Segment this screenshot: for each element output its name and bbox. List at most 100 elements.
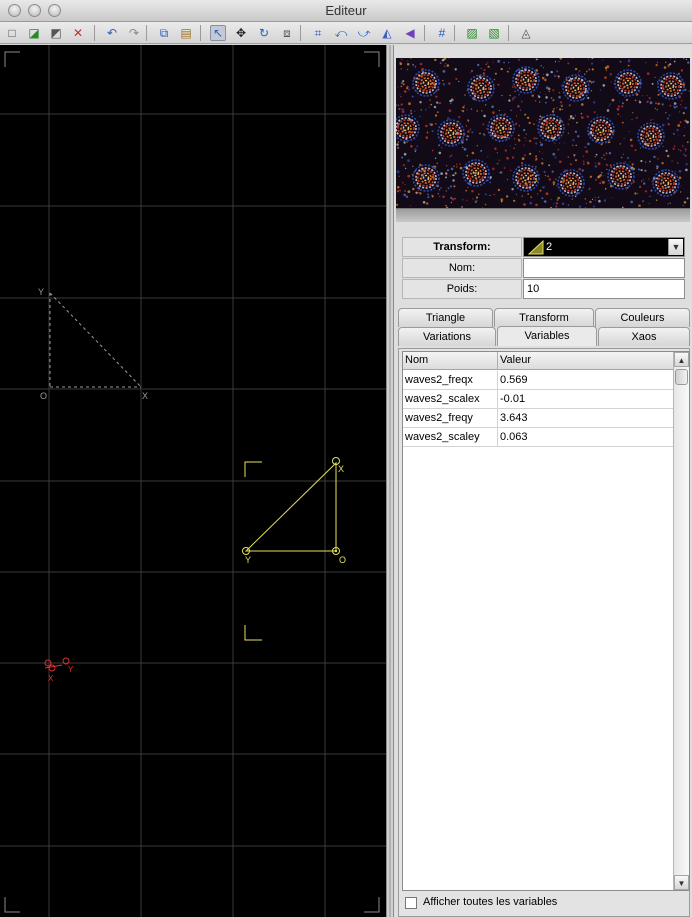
preview-speck <box>635 116 638 119</box>
variable-value-cell[interactable]: 0.569 <box>498 371 673 390</box>
delete-transform-icon[interactable]: ✕ <box>70 25 86 41</box>
preview-speck <box>571 58 574 59</box>
preview-speck <box>541 162 544 165</box>
add-transform-icon[interactable]: ◪ <box>26 25 42 41</box>
tab-xaos[interactable]: Xaos <box>598 327 690 346</box>
transform-select[interactable]: 2 ▼ <box>523 237 685 257</box>
scroll-down-icon[interactable]: ▼ <box>674 875 689 890</box>
preview-speck <box>452 179 455 182</box>
flip-vertical-icon[interactable]: ◀ <box>402 25 418 41</box>
show-all-variables-checkbox[interactable] <box>405 897 417 909</box>
triangle-editor-canvas[interactable]: Y O X X Y O X Y <box>0 45 386 917</box>
name-field[interactable] <box>523 258 685 278</box>
preview-speck <box>431 149 434 152</box>
preview-speck <box>500 67 503 71</box>
table-row[interactable]: waves2_scaley 0.063 <box>403 428 673 447</box>
preview-speck <box>466 154 469 157</box>
preview-speck <box>624 161 626 163</box>
chevron-down-icon[interactable]: ▼ <box>668 239 683 255</box>
rotate-right-icon[interactable]: ⤻ <box>356 25 372 41</box>
preview-speck <box>620 156 623 159</box>
variable-value-cell[interactable]: 0.063 <box>498 428 673 447</box>
column-header-value[interactable]: Valeur <box>498 352 673 370</box>
preview-speck <box>625 98 629 101</box>
preview-speck <box>570 117 572 120</box>
preview-speck <box>607 66 610 69</box>
preview-speck <box>535 58 538 61</box>
panel-splitter[interactable] <box>386 45 394 917</box>
variable-value-cell[interactable]: -0.01 <box>498 390 673 409</box>
preview-speck <box>584 73 586 75</box>
preview-speck <box>629 138 633 142</box>
weight-field[interactable]: 10 <box>523 279 685 299</box>
table-row[interactable]: waves2_scalex -0.01 <box>403 390 673 409</box>
preview-speck <box>580 103 584 106</box>
table-row[interactable]: waves2_freqx 0.569 <box>403 371 673 390</box>
move-icon[interactable]: ✥ <box>233 25 249 41</box>
preview-speck <box>483 133 485 135</box>
preview-speck <box>524 113 527 116</box>
preview-speck <box>593 111 596 114</box>
duplicate-transform-icon[interactable]: ◩ <box>48 25 64 41</box>
tab-couleurs[interactable]: Couleurs <box>595 308 690 327</box>
post-transform-icon[interactable]: ▨ <box>464 25 480 41</box>
preview-speck <box>577 72 579 74</box>
flip-horizontal-icon[interactable]: ◭ <box>379 25 395 41</box>
select-arrow-icon[interactable]: ↖ <box>210 25 226 41</box>
weight-label: Poids: <box>402 279 522 299</box>
preview-speck <box>649 195 651 198</box>
show-all-variables-row[interactable]: Afficher toutes les variables <box>405 894 685 912</box>
preview-speck <box>435 123 437 125</box>
preview-speck <box>587 58 589 60</box>
tab-variations[interactable]: Variations <box>398 327 496 346</box>
preview-speck <box>497 60 501 63</box>
preview-speck <box>426 202 429 205</box>
preview-speck <box>619 100 620 102</box>
scroll-up-icon[interactable]: ▲ <box>674 352 689 367</box>
transform-triangle-icon <box>527 239 544 255</box>
rotate-icon[interactable]: ↻ <box>256 25 272 41</box>
grid-icon[interactable]: # <box>434 25 450 41</box>
preview-speck <box>656 61 659 64</box>
table-row[interactable]: waves2_freqy 3.643 <box>403 409 673 428</box>
preview-speck <box>520 100 523 103</box>
tab-transform[interactable]: Transform <box>494 308 594 327</box>
variable-value-cell[interactable]: 3.643 <box>498 409 673 428</box>
preview-speck <box>586 115 589 118</box>
undo-icon[interactable]: ↶ <box>104 25 120 41</box>
variables-table[interactable]: Nom Valeur waves2_freqx 0.569 waves2_scale… <box>402 351 690 891</box>
preview-speck <box>629 65 631 66</box>
preview-speck <box>550 70 553 74</box>
column-header-name[interactable]: Nom <box>403 352 498 370</box>
paste-icon[interactable]: ▤ <box>178 25 194 41</box>
canvas-svg[interactable]: Y O X X Y O X Y <box>0 45 386 917</box>
scrollbar-thumb[interactable] <box>675 369 688 385</box>
splitter-grip <box>389 45 391 917</box>
tab-variables[interactable]: Variables <box>497 326 597 346</box>
preview-spiral-ring <box>570 82 582 94</box>
tab-triangle[interactable]: Triangle <box>398 308 493 327</box>
preview-speck <box>594 162 596 164</box>
reset-transform-icon[interactable]: ◬ <box>518 25 534 41</box>
preview-speck <box>451 99 454 102</box>
selected-transform-triangle[interactable] <box>244 461 337 552</box>
preview-speck <box>493 78 496 81</box>
preview-speck <box>500 198 504 202</box>
rotate-left-icon[interactable]: ⤺ <box>333 25 349 41</box>
copy-icon[interactable]: ⧉ <box>156 25 172 41</box>
preview-speck <box>590 62 594 65</box>
toggle-post-icon[interactable]: ▧ <box>486 25 502 41</box>
preview-speck <box>538 95 541 99</box>
preview-speck <box>401 110 405 113</box>
variables-scrollbar[interactable]: ▲ ▼ <box>673 352 689 890</box>
preview-speck <box>561 202 565 206</box>
new-icon[interactable]: □ <box>4 25 20 41</box>
scale-icon[interactable]: ⧈ <box>279 25 295 41</box>
preview-speck <box>648 97 651 100</box>
fit-view-icon[interactable]: ⌗ <box>310 25 326 41</box>
preview-speck <box>580 112 583 115</box>
preview-speck <box>664 61 667 64</box>
preview-speck <box>685 150 687 152</box>
redo-icon[interactable]: ↷ <box>126 25 142 41</box>
preview-speck <box>622 153 625 155</box>
